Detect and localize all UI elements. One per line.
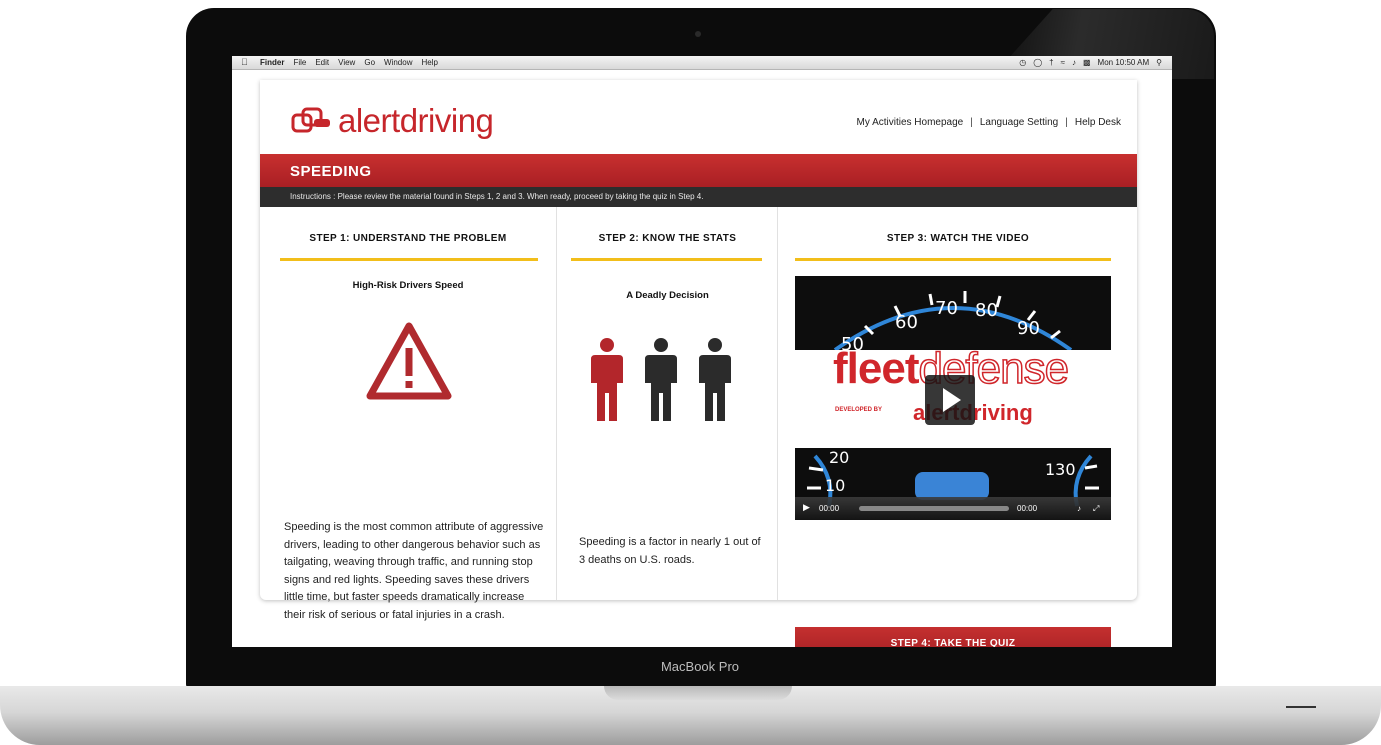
menu-view[interactable]: View bbox=[338, 58, 355, 67]
step3-heading: STEP 3: WATCH THE VIDEO bbox=[886, 233, 1030, 244]
step2-heading: STEP 2: KNOW THE STATS bbox=[598, 233, 737, 244]
video-progress-bar[interactable] bbox=[859, 506, 1009, 511]
step1-subheading: High-Risk Drivers Speed bbox=[352, 280, 464, 291]
course-page: alertdriving My Activities Homepage | La… bbox=[260, 80, 1138, 647]
menu-edit[interactable]: Edit bbox=[315, 58, 329, 67]
take-quiz-button[interactable]: STEP 4: TAKE THE QUIZ bbox=[795, 627, 1111, 647]
battery-icon[interactable]: ▩ bbox=[1083, 58, 1091, 67]
page-title: SPEEDING bbox=[290, 163, 372, 180]
laptop-notch bbox=[604, 686, 792, 700]
bluetooth-icon[interactable]: † bbox=[1049, 58, 1053, 67]
menubar-menus: Finder File Edit View Go Window Help bbox=[260, 58, 438, 67]
play-button-icon[interactable] bbox=[925, 375, 975, 425]
mac-menubar:  Finder File Edit View Go Window Help ◷… bbox=[232, 56, 1172, 70]
gauge-label: 10 bbox=[825, 476, 846, 495]
gauge-label: 60 bbox=[895, 312, 918, 333]
video-player[interactable]: 50 60 70 80 90 fleetdefense DEVELOPED BY… bbox=[795, 276, 1111, 520]
people-figures bbox=[589, 337, 733, 423]
laptop-slot bbox=[1286, 706, 1316, 708]
nav-separator: | bbox=[970, 117, 973, 128]
step3-panel: STEP 3: WATCH THE VIDEO 50 60 70 80 90 f… bbox=[777, 207, 1138, 647]
nav-language-setting[interactable]: Language Setting bbox=[980, 117, 1058, 128]
page-title-bar: SPEEDING bbox=[260, 154, 1137, 187]
volume-icon[interactable]: ♪ bbox=[1077, 504, 1081, 513]
menu-finder[interactable]: Finder bbox=[260, 58, 284, 67]
step3-divider bbox=[795, 258, 1111, 261]
time-machine-icon[interactable]: ◷ bbox=[1019, 58, 1026, 67]
step1-body-text: Speeding is the most common attribute of… bbox=[284, 521, 544, 621]
video-current-time: 00:00 bbox=[819, 504, 840, 513]
menu-window[interactable]: Window bbox=[384, 58, 412, 67]
top-navigation: My Activities Homepage | Language Settin… bbox=[857, 117, 1121, 128]
gauge-label: 130 bbox=[1045, 460, 1076, 479]
gauge-label: 20 bbox=[829, 448, 850, 467]
nav-help-desk[interactable]: Help Desk bbox=[1075, 117, 1121, 128]
step2-subheading: A Deadly Decision bbox=[626, 290, 709, 301]
step2-divider bbox=[571, 258, 762, 261]
warning-triangle-icon bbox=[366, 322, 452, 400]
menu-file[interactable]: File bbox=[293, 58, 306, 67]
step1-divider bbox=[280, 258, 538, 261]
person-icon bbox=[591, 338, 623, 421]
menu-go[interactable]: Go bbox=[364, 58, 375, 67]
play-icon[interactable]: ▶ bbox=[803, 502, 810, 513]
instructions-bar: Instructions : Please review the materia… bbox=[260, 187, 1137, 207]
developed-by-label: DEVELOPED BY bbox=[835, 407, 883, 413]
menubar-clock[interactable]: Mon 10:50 AM bbox=[1098, 58, 1150, 67]
spotlight-icon[interactable]: ⚲ bbox=[1156, 58, 1162, 67]
menu-help[interactable]: Help bbox=[421, 58, 437, 67]
step1-panel: STEP 1: UNDERSTAND THE PROBLEM High-Risk… bbox=[260, 207, 556, 621]
fullscreen-icon[interactable]: ⤢ bbox=[1093, 504, 1099, 514]
dashboard-display bbox=[915, 472, 989, 500]
alertdriving-logo-icon bbox=[291, 107, 330, 133]
person-icon bbox=[699, 338, 731, 421]
sync-icon[interactable]: ◯ bbox=[1033, 58, 1042, 67]
step2-panel: STEP 2: KNOW THE STATS A Deadly Decision… bbox=[556, 207, 778, 600]
gauge-label: 80 bbox=[975, 300, 998, 321]
video-brand-bold: fleet bbox=[833, 344, 919, 393]
screen:  Finder File Edit View Go Window Help ◷… bbox=[232, 56, 1172, 647]
nav-separator: | bbox=[1065, 117, 1068, 128]
nav-activities-homepage[interactable]: My Activities Homepage bbox=[857, 117, 964, 128]
wifi-icon[interactable]: ≈ bbox=[1061, 58, 1065, 67]
step2-body-text: Speeding is a factor in nearly 1 out of … bbox=[579, 536, 761, 566]
gauge-label: 90 bbox=[1017, 318, 1040, 339]
person-icon bbox=[645, 338, 677, 421]
step1-heading: STEP 1: UNDERSTAND THE PROBLEM bbox=[309, 233, 507, 244]
logo-text: alertdriving bbox=[338, 102, 494, 139]
menubar-status: ◷ ◯ † ≈ ♪ ▩ Mon 10:50 AM ⚲ bbox=[1019, 58, 1162, 67]
apple-icon[interactable]:  bbox=[241, 57, 248, 67]
video-controls: ▶ 00:00 00:00 ♪ ⤢ bbox=[795, 497, 1111, 520]
video-total-time: 00:00 bbox=[1017, 504, 1038, 513]
volume-icon[interactable]: ♪ bbox=[1072, 58, 1076, 67]
camera-icon bbox=[695, 31, 701, 37]
gauge-label: 70 bbox=[935, 298, 958, 319]
device-label: MacBook Pro bbox=[660, 659, 740, 674]
site-logo[interactable]: alertdriving bbox=[290, 102, 494, 140]
instructions-text: Instructions : Please review the materia… bbox=[290, 192, 704, 201]
